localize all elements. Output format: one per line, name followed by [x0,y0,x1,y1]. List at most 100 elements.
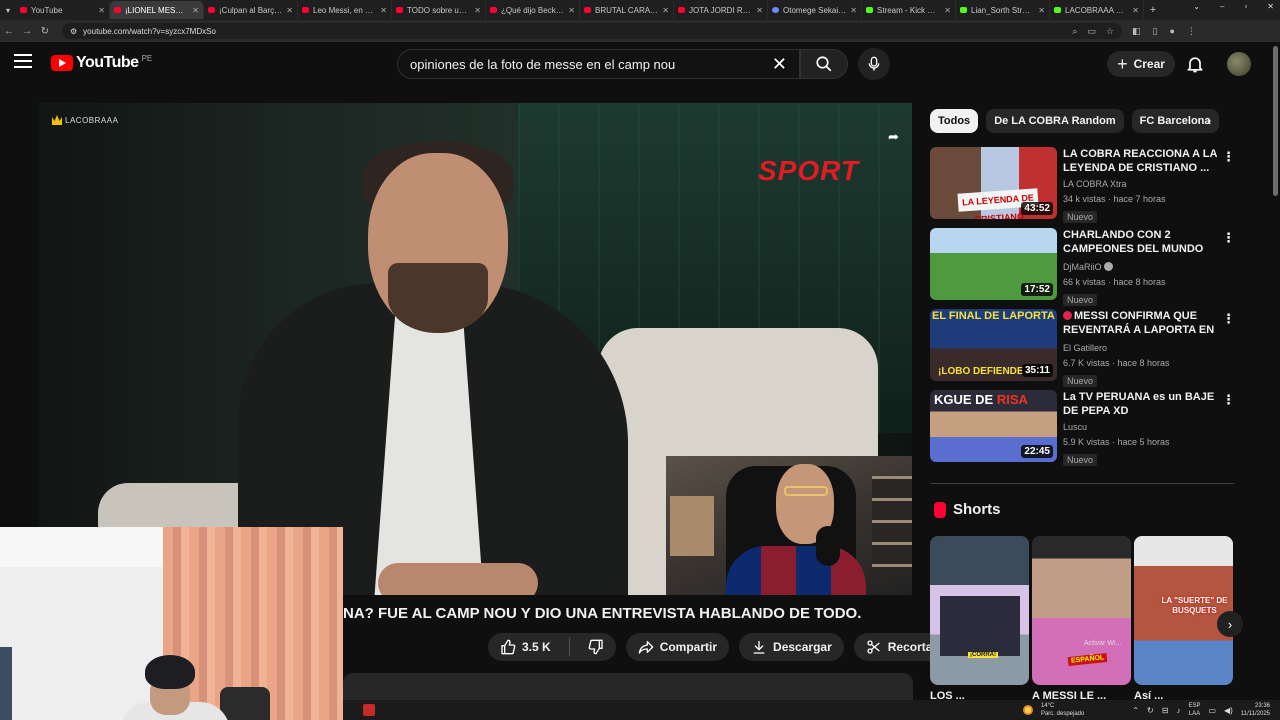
chevron-up-icon[interactable]: ⌃ [1132,706,1139,715]
mic-tray-icon[interactable]: ♪ [1176,706,1180,715]
chip-todos[interactable]: Todos [930,109,979,133]
close-tab-icon[interactable]: ✕ [1132,6,1139,15]
close-tab-icon[interactable]: ✕ [944,6,951,15]
clear-search-icon[interactable]: ✕ [772,54,787,75]
close-window-icon[interactable]: ✕ [1267,2,1274,11]
page-scrollbar[interactable] [1273,46,1278,196]
short-card[interactable]: ¡CORRA! [930,536,1029,685]
chevron-right-icon[interactable]: › [1206,112,1211,130]
bell-icon [1187,57,1203,73]
weather-widget[interactable]: 14°C Parc. despejado [1041,702,1084,718]
channel-name[interactable]: Luscu [1063,420,1218,435]
like-button[interactable]: 3.5 K [488,633,563,661]
download-button[interactable]: Descargar [739,633,844,661]
browser-tab[interactable]: ¡LIONEL MESSI P... ✕ [110,1,204,19]
site-info-icon[interactable]: ⚙ [70,27,77,36]
zoom-icon[interactable]: ⌕ [1072,26,1077,37]
menu-icon[interactable] [14,54,32,68]
browser-tab[interactable]: ¡Culpan al Barça por l... ✕ [204,1,298,19]
avatar[interactable] [1227,52,1251,76]
shorts-icon [934,501,946,518]
menu-dots-icon[interactable]: ⋮ [1187,26,1196,37]
search-button[interactable] [800,49,848,79]
recommendation-title[interactable]: CHARLANDO CON 2 CAMPEONES DEL MUNDO EN .… [1063,228,1218,258]
cast-icon[interactable]: ▭ [1087,26,1096,37]
duration-badge: 22:45 [1021,445,1053,458]
close-tab-icon[interactable]: ✕ [850,6,857,15]
more-vertical-icon[interactable]: ⋮ [1222,392,1235,408]
video-thumbnail[interactable]: EL FINAL DE LAPORTA ¡LOBO DEFIENDE A ...… [930,309,1057,381]
browser-tab[interactable]: TODO sobre un posib... ✕ [392,1,486,19]
short-card[interactable]: Activar Wi... ESPAÑOL [1032,536,1131,685]
player-share-icon[interactable]: ➦ [888,129,899,145]
tab-search-icon[interactable]: ▾ [0,0,16,20]
maximize-icon[interactable]: ▫ [1244,2,1247,11]
browser-tab[interactable]: Lian_Sorth Stream - ... ✕ [956,1,1050,19]
reload-icon[interactable]: ↻ [36,26,54,37]
clock[interactable]: 23:36 11/11/2025 [1241,702,1270,718]
new-tab-button[interactable]: + [1144,4,1162,16]
bookmark-star-icon[interactable]: ☆ [1106,26,1114,37]
back-icon[interactable]: ← [0,26,18,37]
chip-la-cobra-random[interactable]: De LA COBRA Random [986,109,1124,133]
profile-icon[interactable]: ● [1169,26,1174,37]
notifications-button[interactable] [1185,54,1205,79]
recommendation-title[interactable]: La TV PERUANA es un BAJE DE PEPA XD [1063,390,1218,418]
browser-tab[interactable]: Leo Messi, en exclusiv... ✕ [298,1,392,19]
extensions-icon[interactable]: ◧ [1132,26,1141,37]
recommendation-item[interactable]: EL FINAL DE LAPORTA ¡LOBO DEFIENDE A ...… [930,309,1235,387]
webcam-door [0,647,12,720]
browser-tab[interactable]: JOTA JORDI RABIOSO... ✕ [674,1,768,19]
browser-tab[interactable]: BRUTAL CARA a CA... ✕ [580,1,674,19]
recommendation-title[interactable]: LA COBRA REACCIONA A LA LEYENDA DE CRIST… [1063,147,1218,175]
browser-tab[interactable]: YouTube ✕ [16,1,110,19]
shorts-title: Shorts [953,501,1001,518]
close-tab-icon[interactable]: ✕ [662,6,669,15]
close-tab-icon[interactable]: ✕ [568,6,575,15]
forward-icon[interactable]: → [18,26,36,37]
close-tab-icon[interactable]: ✕ [286,6,293,15]
sidebar-icon[interactable]: ▯ [1153,26,1158,37]
recommendation-item[interactable]: LA LEYENDA DE CRISTIANO 43:52 LA COBRA R… [930,147,1235,223]
youtube-logo[interactable]: YouTube PE [51,54,152,72]
close-tab-icon[interactable]: ✕ [756,6,763,15]
video-thumbnail[interactable]: LA LEYENDA DE CRISTIANO 43:52 [930,147,1057,219]
channel-name[interactable]: LA COBRA Xtra [1063,177,1218,192]
browser-tab[interactable]: Stream - Kick Dashbo... ✕ [862,1,956,19]
recommendation-item[interactable]: KGUE DE RISA 22:45 La TV PERUANA es un B… [930,390,1235,466]
network-icon[interactable]: ⊟ [1162,706,1169,715]
video-thumbnail[interactable]: KGUE DE RISA 22:45 [930,390,1057,462]
channel-name[interactable]: DjMaRiiO [1063,262,1102,272]
recommendation-title[interactable]: MESSI CONFIRMA QUE REVENTARÁ A LAPORTA E… [1063,310,1214,339]
browser-tab[interactable]: Otomege Sekai wa M...✕ [768,1,862,19]
close-tab-icon[interactable]: ✕ [98,6,105,15]
short-card[interactable]: LA "SUERTE" DE BUSQUETS [1134,536,1233,685]
video-thumbnail[interactable]: 17:52 [930,228,1057,300]
address-bar[interactable]: ⚙ youtube.com/watch?v=syzcx7MDxSo ⌕ ▭ ☆ [62,23,1122,39]
close-tab-icon[interactable]: ✕ [380,6,387,15]
weather-temp: 14°C [1040,703,1055,709]
more-vertical-icon[interactable]: ⋮ [1222,311,1235,327]
dislike-button[interactable] [576,633,616,661]
language-indicator[interactable]: ESP LAA [1188,702,1200,718]
voice-search-button[interactable] [858,48,890,80]
sync-icon[interactable]: ↻ [1147,706,1154,715]
browser-tab[interactable]: ¿Qué dijo Beckham tr...✕ [486,1,580,19]
close-tab-icon[interactable]: ✕ [474,6,481,15]
share-button[interactable]: Compartir [625,633,730,661]
volume-icon[interactable]: ◀) [1224,706,1233,715]
browser-tab[interactable]: LACOBRAAA Stream ... ✕ [1050,1,1144,19]
more-vertical-icon[interactable]: ⋮ [1222,149,1235,165]
recommendation-item[interactable]: 17:52 CHARLANDO CON 2 CAMPEONES DEL MUND… [930,228,1235,306]
channel-name[interactable]: El Gatillero [1063,341,1218,356]
close-tab-icon[interactable]: ✕ [1038,6,1045,15]
chevron-down-icon[interactable]: ⌄ [1193,2,1200,11]
close-tab-icon[interactable]: ✕ [192,6,199,15]
monitor-icon[interactable]: ▭ [1208,706,1216,715]
taskbar-app-icon[interactable] [363,704,375,716]
search-input[interactable]: opiniones de la foto de messe en el camp… [397,49,800,79]
shorts-next-button[interactable]: › [1217,611,1243,637]
more-vertical-icon[interactable]: ⋮ [1222,230,1235,246]
minimize-icon[interactable]: – [1220,2,1224,11]
create-button[interactable]: + Crear [1107,51,1175,77]
